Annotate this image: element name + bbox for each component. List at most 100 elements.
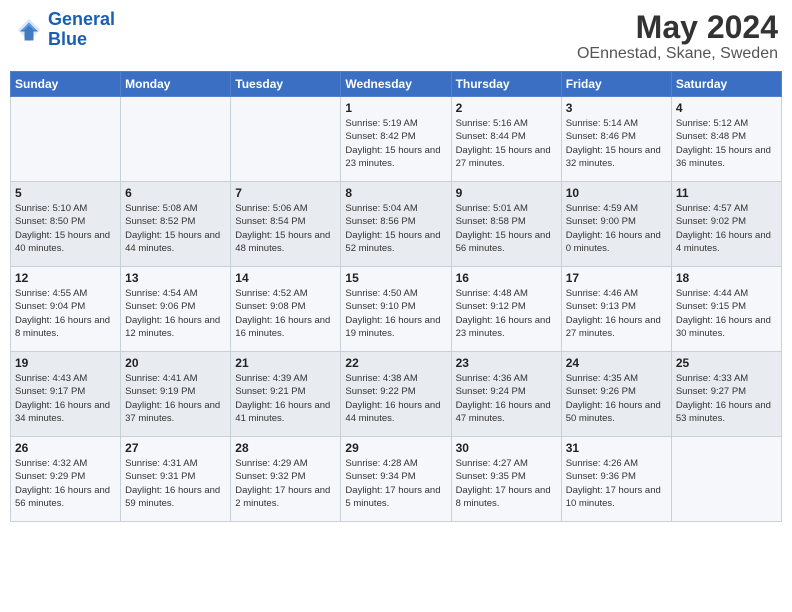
day-number: 16 [456, 271, 557, 285]
day-info: Sunrise: 4:57 AM Sunset: 9:02 PM Dayligh… [676, 202, 777, 255]
calendar-cell [11, 97, 121, 182]
calendar-table: SundayMondayTuesdayWednesdayThursdayFrid… [10, 71, 782, 522]
calendar-cell: 9 Sunrise: 5:01 AM Sunset: 8:58 PM Daylig… [451, 182, 561, 267]
day-info: Sunrise: 4:32 AM Sunset: 9:29 PM Dayligh… [15, 457, 116, 510]
day-number: 25 [676, 356, 777, 370]
day-of-week-header: Monday [121, 72, 231, 97]
day-number: 22 [345, 356, 446, 370]
day-number: 17 [566, 271, 667, 285]
day-info: Sunrise: 4:39 AM Sunset: 9:21 PM Dayligh… [235, 372, 336, 425]
logo-blue: Blue [48, 29, 87, 49]
calendar-cell: 1 Sunrise: 5:19 AM Sunset: 8:42 PM Daylig… [341, 97, 451, 182]
day-info: Sunrise: 4:36 AM Sunset: 9:24 PM Dayligh… [456, 372, 557, 425]
day-number: 5 [15, 186, 116, 200]
calendar-cell: 22 Sunrise: 4:38 AM Sunset: 9:22 PM Dayli… [341, 352, 451, 437]
day-number: 26 [15, 441, 116, 455]
day-number: 8 [345, 186, 446, 200]
day-number: 31 [566, 441, 667, 455]
day-info: Sunrise: 5:01 AM Sunset: 8:58 PM Dayligh… [456, 202, 557, 255]
day-of-week-header: Tuesday [231, 72, 341, 97]
day-number: 28 [235, 441, 336, 455]
day-number: 3 [566, 101, 667, 115]
calendar-week-row: 12 Sunrise: 4:55 AM Sunset: 9:04 PM Dayli… [11, 267, 782, 352]
calendar-cell: 7 Sunrise: 5:06 AM Sunset: 8:54 PM Daylig… [231, 182, 341, 267]
day-info: Sunrise: 4:46 AM Sunset: 9:13 PM Dayligh… [566, 287, 667, 340]
calendar-cell: 30 Sunrise: 4:27 AM Sunset: 9:35 PM Dayli… [451, 437, 561, 522]
day-info: Sunrise: 4:59 AM Sunset: 9:00 PM Dayligh… [566, 202, 667, 255]
day-info: Sunrise: 4:48 AM Sunset: 9:12 PM Dayligh… [456, 287, 557, 340]
calendar-cell: 13 Sunrise: 4:54 AM Sunset: 9:06 PM Dayli… [121, 267, 231, 352]
day-info: Sunrise: 5:08 AM Sunset: 8:52 PM Dayligh… [125, 202, 226, 255]
day-of-week-header: Friday [561, 72, 671, 97]
calendar-week-row: 5Sunrise: 5:10 AM Sunset: 8:50 PM Daylig… [11, 182, 782, 267]
calendar-header-row: SundayMondayTuesdayWednesdayThursdayFrid… [11, 72, 782, 97]
calendar-cell: 8Sunrise: 5:04 AM Sunset: 8:56 PM Daylig… [341, 182, 451, 267]
calendar-cell: 2Sunrise: 5:16 AM Sunset: 8:44 PM Daylig… [451, 97, 561, 182]
calendar-cell: 16 Sunrise: 4:48 AM Sunset: 9:12 PM Dayli… [451, 267, 561, 352]
calendar-cell [671, 437, 781, 522]
title-block: May 2024 OEnnestad, Skane, Sweden [577, 10, 778, 63]
day-number: 9 [456, 186, 557, 200]
day-info: Sunrise: 4:55 AM Sunset: 9:04 PM Dayligh… [15, 287, 116, 340]
day-info: Sunrise: 5:16 AM Sunset: 8:44 PM Dayligh… [456, 117, 557, 170]
day-info: Sunrise: 5:06 AM Sunset: 8:54 PM Dayligh… [235, 202, 336, 255]
day-number: 27 [125, 441, 226, 455]
day-of-week-header: Wednesday [341, 72, 451, 97]
logo-general: General [48, 9, 115, 29]
month-year: May 2024 [577, 10, 778, 45]
calendar-cell: 25 Sunrise: 4:33 AM Sunset: 9:27 PM Dayli… [671, 352, 781, 437]
calendar-cell: 4Sunrise: 5:12 AM Sunset: 8:48 PM Daylig… [671, 97, 781, 182]
day-of-week-header: Thursday [451, 72, 561, 97]
day-info: Sunrise: 4:27 AM Sunset: 9:35 PM Dayligh… [456, 457, 557, 510]
location: OEnnestad, Skane, Sweden [577, 45, 778, 63]
day-number: 15 [345, 271, 446, 285]
calendar-cell: 28Sunrise: 4:29 AM Sunset: 9:32 PM Dayli… [231, 437, 341, 522]
calendar-cell [231, 97, 341, 182]
day-info: Sunrise: 4:31 AM Sunset: 9:31 PM Dayligh… [125, 457, 226, 510]
day-info: Sunrise: 4:28 AM Sunset: 9:34 PM Dayligh… [345, 457, 446, 510]
calendar-cell: 18Sunrise: 4:44 AM Sunset: 9:15 PM Dayli… [671, 267, 781, 352]
day-info: Sunrise: 5:19 AM Sunset: 8:42 PM Dayligh… [345, 117, 446, 170]
day-number: 1 [345, 101, 446, 115]
day-number: 24 [566, 356, 667, 370]
calendar-week-row: 19Sunrise: 4:43 AM Sunset: 9:17 PM Dayli… [11, 352, 782, 437]
calendar-cell: 31Sunrise: 4:26 AM Sunset: 9:36 PM Dayli… [561, 437, 671, 522]
day-info: Sunrise: 4:33 AM Sunset: 9:27 PM Dayligh… [676, 372, 777, 425]
day-of-week-header: Sunday [11, 72, 121, 97]
day-info: Sunrise: 4:41 AM Sunset: 9:19 PM Dayligh… [125, 372, 226, 425]
logo-icon [14, 15, 44, 45]
calendar-week-row: 1 Sunrise: 5:19 AM Sunset: 8:42 PM Daylig… [11, 97, 782, 182]
day-info: Sunrise: 4:52 AM Sunset: 9:08 PM Dayligh… [235, 287, 336, 340]
day-number: 30 [456, 441, 557, 455]
day-info: Sunrise: 4:35 AM Sunset: 9:26 PM Dayligh… [566, 372, 667, 425]
calendar-week-row: 26 Sunrise: 4:32 AM Sunset: 9:29 PM Dayli… [11, 437, 782, 522]
calendar-cell: 23 Sunrise: 4:36 AM Sunset: 9:24 PM Dayli… [451, 352, 561, 437]
calendar-cell [121, 97, 231, 182]
day-number: 29 [345, 441, 446, 455]
day-info: Sunrise: 4:50 AM Sunset: 9:10 PM Dayligh… [345, 287, 446, 340]
day-info: Sunrise: 4:54 AM Sunset: 9:06 PM Dayligh… [125, 287, 226, 340]
day-number: 13 [125, 271, 226, 285]
calendar-cell: 21 Sunrise: 4:39 AM Sunset: 9:21 PM Dayli… [231, 352, 341, 437]
day-info: Sunrise: 5:14 AM Sunset: 8:46 PM Dayligh… [566, 117, 667, 170]
day-info: Sunrise: 4:43 AM Sunset: 9:17 PM Dayligh… [15, 372, 116, 425]
calendar-cell: 10 Sunrise: 4:59 AM Sunset: 9:00 PM Dayli… [561, 182, 671, 267]
day-info: Sunrise: 4:38 AM Sunset: 9:22 PM Dayligh… [345, 372, 446, 425]
day-number: 21 [235, 356, 336, 370]
day-info: Sunrise: 5:12 AM Sunset: 8:48 PM Dayligh… [676, 117, 777, 170]
day-number: 23 [456, 356, 557, 370]
day-of-week-header: Saturday [671, 72, 781, 97]
calendar-cell: 20 Sunrise: 4:41 AM Sunset: 9:19 PM Dayli… [121, 352, 231, 437]
calendar-cell: 19Sunrise: 4:43 AM Sunset: 9:17 PM Dayli… [11, 352, 121, 437]
logo-text: General Blue [48, 10, 115, 50]
calendar-cell: 15 Sunrise: 4:50 AM Sunset: 9:10 PM Dayli… [341, 267, 451, 352]
day-number: 7 [235, 186, 336, 200]
day-number: 10 [566, 186, 667, 200]
calendar-cell: 29 Sunrise: 4:28 AM Sunset: 9:34 PM Dayli… [341, 437, 451, 522]
calendar-cell: 6Sunrise: 5:08 AM Sunset: 8:52 PM Daylig… [121, 182, 231, 267]
calendar-cell: 11 Sunrise: 4:57 AM Sunset: 9:02 PM Dayli… [671, 182, 781, 267]
day-number: 20 [125, 356, 226, 370]
day-number: 12 [15, 271, 116, 285]
calendar-cell: 5Sunrise: 5:10 AM Sunset: 8:50 PM Daylig… [11, 182, 121, 267]
day-number: 11 [676, 186, 777, 200]
